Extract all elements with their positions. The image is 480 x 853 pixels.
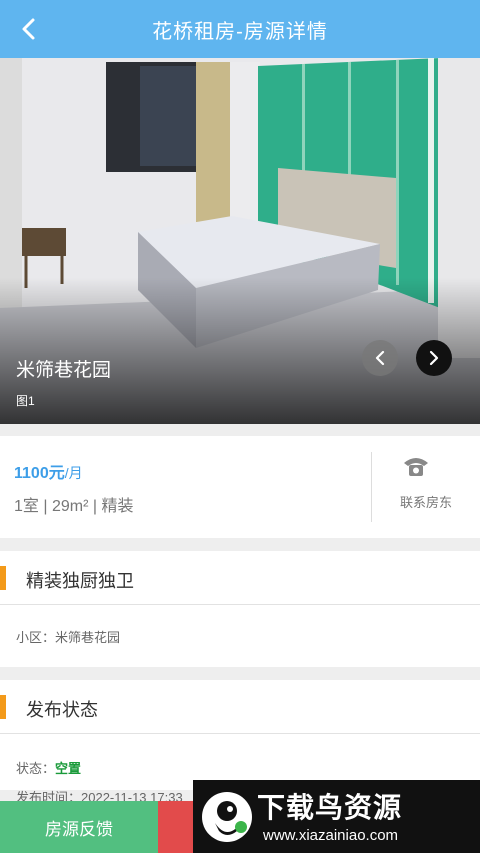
contact-label: 联系房东 [399,495,452,510]
status-row: 状态：空置 [16,758,81,777]
photo-index: 图1 [16,394,35,408]
feedback-button[interactable]: 房源反馈 [0,801,158,853]
price-value: 1100元 [14,465,65,482]
status-label: 状态： [16,761,56,776]
watermark: 下载鸟资源 www.xiazainiao.com [193,780,480,853]
bird-logo-icon [202,792,252,842]
section-title: 精装独厨独卫 [26,571,134,591]
watermark-url: www.xiazainiao.com [263,827,399,844]
accent-bar [0,695,6,719]
photo-carousel[interactable]: 米筛巷花园 图1 [0,58,480,424]
phone-icon [404,458,428,476]
feedback-label: 房源反馈 [45,819,113,839]
chevron-right-icon [429,350,439,366]
contact-landlord-button[interactable]: 联系房东 [372,436,480,538]
section-title: 发布状态 [26,700,98,720]
status-value: 空置 [55,761,82,776]
chevron-left-icon [375,350,385,366]
price: 1100元/月 [14,459,83,483]
room-specs: 1室 | 29m² | 精装 [14,498,134,515]
next-photo-button[interactable] [416,340,452,376]
publish-status-section: 发布状态 状态：空置 发布时间：2022-11-13 17:33 [0,680,480,805]
community-value: 米筛巷花园 [55,630,121,645]
price-card: 1100元/月 1室 | 29m² | 精装 联系房东 [0,436,480,538]
prev-photo-button[interactable] [362,340,398,376]
price-unit: /月 [64,465,83,481]
chevron-left-icon [22,18,35,40]
back-button[interactable] [14,14,42,44]
community-label: 小区： [16,630,56,645]
community-row: 小区：米筛巷花园 [16,627,120,646]
section-header: 精装独厨独卫 [0,551,480,605]
header-bar: 花桥租房-房源详情 [0,0,480,58]
section-header: 发布状态 [0,680,480,734]
accent-bar [0,566,6,590]
page-title: 花桥租房-房源详情 [152,20,328,43]
photo-caption: 米筛巷花园 [16,360,112,381]
features-section: 精装独厨独卫 小区：米筛巷花园 [0,551,480,667]
watermark-title: 下载鸟资源 [257,792,403,823]
